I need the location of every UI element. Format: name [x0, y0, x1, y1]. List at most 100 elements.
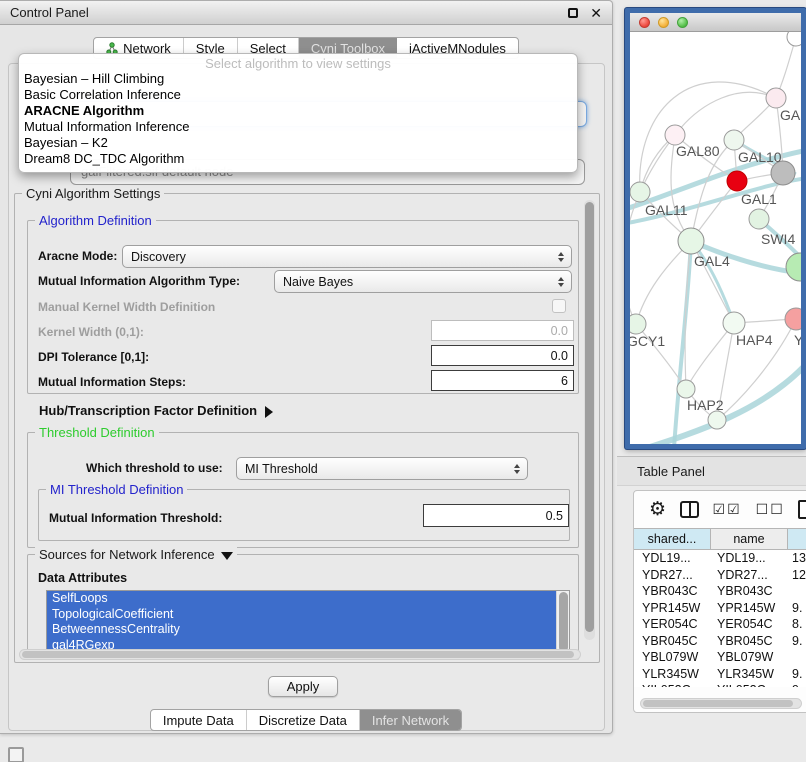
table-cell: 9. — [788, 600, 806, 617]
aracne-mode-label: Aracne Mode: — [38, 249, 117, 263]
deselect-all-checks-icon[interactable]: ☐☐ — [756, 501, 785, 518]
network-node-label-y: Y — [794, 332, 801, 348]
column-header-shared-name[interactable]: shared... — [634, 529, 711, 549]
data-attributes-list[interactable]: SelfLoopsTopologicalCoefficientBetweenne… — [46, 590, 570, 654]
tab-discretize-data[interactable]: Discretize Data — [247, 710, 360, 730]
algorithm-option-basic-correlation-inference[interactable]: Basic Correlation Inference — [19, 87, 577, 103]
settings-horizontal-scrollbar[interactable] — [19, 649, 581, 660]
network-node-label-gal4: GAL4 — [694, 253, 730, 269]
algorithm-option-bayesian-k2[interactable]: Bayesian – K2 — [19, 135, 577, 151]
table-cell: YLR345W — [711, 666, 788, 683]
table-row[interactable]: YBR045CYBR045C9. — [634, 633, 806, 650]
dpi-tolerance-input[interactable]: 0.0 — [431, 345, 574, 366]
zoom-traffic-light[interactable] — [677, 17, 688, 28]
close-icon[interactable]: ✕ — [590, 8, 602, 18]
table-row[interactable]: YIL052CYIL052C9. — [634, 682, 806, 687]
data-attribute-option-topologicalcoefficient[interactable]: TopologicalCoefficient — [47, 607, 556, 623]
gear-icon[interactable]: ⚙ — [649, 498, 666, 521]
network-node[interactable] — [678, 228, 704, 254]
network-node[interactable] — [786, 253, 801, 281]
kernel-width-input[interactable]: 0.0 — [431, 320, 574, 341]
network-node[interactable] — [724, 130, 744, 150]
network-canvas[interactable]: GAL7GAL80GAL10GAL1GAL11SWI4GAL4GCY1HAP4Y… — [630, 32, 801, 449]
network-node[interactable] — [727, 171, 747, 191]
table-toolbar: ⚙ ☑☑ ☐☐ — [634, 491, 806, 528]
network-node[interactable] — [723, 312, 745, 334]
network-node[interactable] — [630, 182, 650, 202]
network-node-label-gal11: GAL11 — [645, 202, 688, 218]
table-row[interactable]: YDR27...YDR27...12 — [634, 567, 806, 584]
network-edge — [630, 135, 675, 324]
aracne-mode-select[interactable]: Discovery — [122, 245, 572, 268]
network-node-label-swi4: SWI4 — [761, 231, 795, 247]
bottom-tab-bar: Impute DataDiscretize DataInfer Network — [150, 709, 462, 731]
table-row[interactable]: YER054CYER054C8. — [634, 616, 806, 633]
minimize-traffic-light[interactable] — [658, 17, 669, 28]
network-edge — [640, 82, 776, 192]
data-attribute-option-selfloops[interactable]: SelfLoops — [47, 591, 556, 607]
network-node[interactable] — [665, 125, 685, 145]
aracne-mode-value: Discovery — [131, 250, 555, 264]
minimized-panel-icon[interactable] — [8, 747, 24, 762]
mi-threshold-definition-group: MI Threshold Definition Mutual Informati… — [38, 489, 570, 541]
algorithm-option-aracne-algorithm[interactable]: ARACNE Algorithm — [19, 103, 577, 119]
network-node-label-gal1: GAL1 — [741, 191, 777, 207]
network-node-label-hap2: HAP2 — [687, 397, 724, 413]
table-row[interactable]: YBL079WYBL079W — [634, 649, 806, 666]
apply-button[interactable]: Apply — [268, 676, 338, 697]
mi-steps-label: Mutual Information Steps: — [38, 375, 186, 389]
combo-arrows-icon — [511, 464, 527, 474]
network-view-window[interactable]: GAL7GAL80GAL10GAL1GAL11SWI4GAL4GCY1HAP4Y… — [625, 8, 806, 449]
settings-vertical-scrollbar[interactable] — [584, 200, 595, 640]
export-table-icon[interactable] — [798, 500, 806, 519]
control-panel-titlebar: Control Panel ✕ — [0, 1, 612, 25]
tab-impute-data[interactable]: Impute Data — [151, 710, 247, 730]
table-cell: YBL079W — [711, 649, 788, 666]
group-title: Cyni Algorithm Settings — [22, 186, 164, 201]
mi-steps-input[interactable]: 6 — [431, 370, 574, 391]
network-node[interactable] — [787, 32, 801, 46]
column-header-cut[interactable] — [788, 529, 806, 549]
column-layout-icon[interactable] — [680, 501, 699, 518]
hub-definition-toggle[interactable]: Hub/Transcription Factor Definition — [39, 403, 273, 418]
which-threshold-select[interactable]: MI Threshold — [236, 457, 528, 480]
node-table: ⚙ ☑☑ ☐☐ shared... name YDL19...YDL19...1… — [633, 490, 806, 713]
algorithm-option-mutual-information-inference[interactable]: Mutual Information Inference — [19, 119, 577, 135]
algorithm-dropdown-popup: Select algorithm to view settings Bayesi… — [18, 53, 578, 173]
mi-type-select[interactable]: Naive Bayes — [274, 270, 572, 293]
float-panel-icon[interactable] — [568, 8, 578, 18]
sources-group: Sources for Network Inference Data Attri… — [27, 554, 579, 660]
network-node-label-gcy1: GCY1 — [630, 333, 665, 349]
network-node[interactable] — [785, 308, 801, 330]
tab-infer-network[interactable]: Infer Network — [360, 710, 461, 730]
select-all-checks-icon[interactable]: ☑☑ — [713, 501, 742, 518]
algorithm-option-dream8-dc-tdc-algorithm[interactable]: Dream8 DC_TDC Algorithm — [19, 151, 577, 167]
table-row[interactable]: YDL19...YDL19...13 — [634, 550, 806, 567]
algorithm-option-bayesian-hill-climbing[interactable]: Bayesian – Hill Climbing — [19, 71, 577, 87]
table-row[interactable]: YLR345WYLR345W9. — [634, 666, 806, 683]
table-cell: YER054C — [634, 616, 711, 633]
network-node[interactable] — [630, 314, 646, 334]
network-node[interactable] — [677, 380, 695, 398]
table-cell — [788, 583, 806, 600]
network-node-label-gal10: GAL10 — [738, 149, 782, 165]
table-horizontal-scrollbar[interactable] — [640, 698, 802, 709]
list-scrollbar[interactable] — [556, 591, 569, 653]
table-cell: YDR27... — [634, 567, 711, 584]
table-row[interactable]: YPR145WYPR145W9. — [634, 600, 806, 617]
network-node[interactable] — [708, 411, 726, 429]
mi-threshold-input[interactable]: 0.5 — [423, 504, 569, 527]
sources-title-toggle[interactable]: Sources for Network Inference — [35, 547, 237, 562]
algorithm-definition-group: Algorithm Definition Aracne Mode: Discov… — [27, 220, 579, 394]
network-node-label-hap4: HAP4 — [736, 332, 773, 348]
close-traffic-light[interactable] — [639, 17, 650, 28]
threshold-definition-group: Threshold Definition Which threshold to … — [27, 432, 579, 548]
column-header-name[interactable]: name — [711, 529, 788, 549]
data-attribute-option-betweennesscentrality[interactable]: BetweennessCentrality — [47, 622, 556, 638]
table-row[interactable]: YBR043CYBR043C — [634, 583, 806, 600]
group-title: Threshold Definition — [35, 425, 159, 440]
dpi-tolerance-label: DPI Tolerance [0,1]: — [38, 350, 149, 364]
network-node[interactable] — [766, 88, 786, 108]
network-node[interactable] — [749, 209, 769, 229]
manual-kernel-checkbox[interactable] — [552, 299, 566, 313]
